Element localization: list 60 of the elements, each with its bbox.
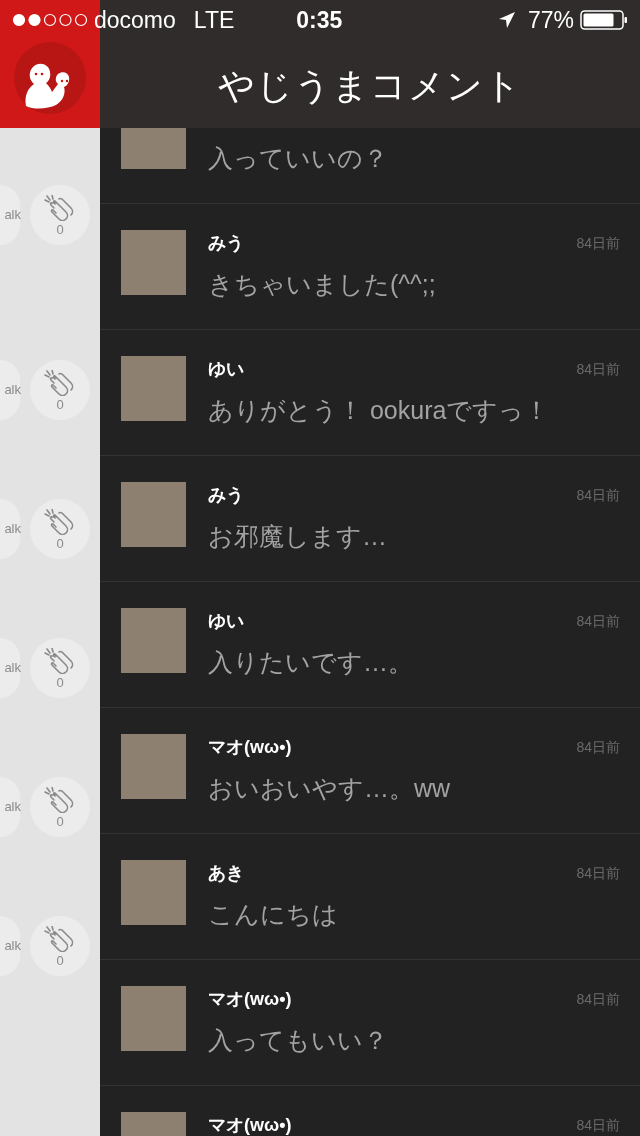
comment-time: 84日前 bbox=[576, 989, 620, 1009]
comment-time: 84日前 bbox=[576, 1115, 620, 1135]
clap-button[interactable]: 0 bbox=[30, 360, 90, 420]
avatar-photo-placeholder bbox=[121, 734, 186, 799]
avatar-photo-placeholder bbox=[121, 482, 186, 547]
comment-row[interactable]: あき 84日前 こんにちは bbox=[100, 834, 640, 960]
avatar-photo-placeholder bbox=[121, 986, 186, 1051]
user-name: ゆい bbox=[208, 357, 244, 381]
clap-button[interactable]: 0 bbox=[30, 499, 90, 559]
comment-time: 84日前 bbox=[576, 611, 620, 631]
talk-button[interactable]: alk bbox=[0, 185, 20, 245]
avatar-photo-placeholder bbox=[121, 608, 186, 673]
comment-row[interactable]: 入っていいの？ bbox=[100, 128, 640, 204]
clap-button[interactable]: 0 bbox=[30, 185, 90, 245]
user-name: マオ(wω•) bbox=[208, 735, 292, 759]
comment-row[interactable]: ゆい 84日前 入りたいです…。 bbox=[100, 582, 640, 708]
user-name: ゆい bbox=[208, 609, 244, 633]
clap-button[interactable]: 0 bbox=[30, 638, 90, 698]
talk-button[interactable]: alk bbox=[0, 638, 20, 698]
comment-message: ありがとう！ ookuraですっ！ bbox=[208, 395, 551, 426]
comment-time: 84日前 bbox=[576, 233, 620, 253]
comment-message: 入っていいの？ bbox=[208, 143, 389, 174]
comment-message: きちゃいました(^^;; bbox=[208, 269, 437, 300]
network-type: LTE bbox=[193, 5, 235, 35]
comment-time: 84日前 bbox=[576, 485, 620, 505]
talk-button[interactable]: alk bbox=[0, 916, 20, 976]
comment-row[interactable]: マオ(wω•) 84日前 入ってもいい？ bbox=[100, 960, 640, 1086]
user-name: あき bbox=[208, 861, 244, 885]
comment-row[interactable]: みう 84日前 お邪魔します… bbox=[100, 456, 640, 582]
battery-icon bbox=[580, 10, 628, 30]
comment-time: 84日前 bbox=[576, 359, 620, 379]
comment-row[interactable]: マオ(wω•) 84日前 bbox=[100, 1086, 640, 1136]
comment-row[interactable]: ゆい 84日前 ありがとう！ ookuraですっ！ bbox=[100, 330, 640, 456]
clap-button[interactable]: 0 bbox=[30, 916, 90, 976]
user-name: みう bbox=[208, 483, 244, 507]
status-time: 0:35 bbox=[296, 5, 343, 35]
comment-message: 入ってもいい？ bbox=[208, 1025, 389, 1056]
comment-message: お邪魔します… bbox=[208, 521, 388, 552]
avatar-photo-placeholder bbox=[121, 860, 186, 925]
comment-row[interactable]: マオ(wω•) 84日前 おいおいやす…。ww bbox=[100, 708, 640, 834]
talk-button[interactable]: alk bbox=[0, 499, 20, 559]
user-name: マオ(wω•) bbox=[208, 987, 292, 1011]
header-title: やじうまコメント bbox=[218, 68, 522, 104]
clap-button[interactable]: 0 bbox=[30, 777, 90, 837]
comment-row[interactable]: みう 84日前 きちゃいました(^^;; bbox=[100, 204, 640, 330]
avatar-photo-placeholder bbox=[121, 356, 186, 421]
battery-percent: 77% bbox=[527, 5, 574, 35]
location-arrow-icon bbox=[497, 11, 516, 29]
user-name: みう bbox=[208, 231, 244, 255]
comment-message: おいおいやす…。ww bbox=[208, 773, 452, 804]
avatar-photo-placeholder bbox=[121, 230, 186, 295]
signal-strength-icon bbox=[12, 13, 88, 27]
talk-button[interactable]: alk bbox=[0, 360, 20, 420]
comment-message: 入りたいです…。 bbox=[208, 647, 414, 678]
comment-time: 84日前 bbox=[576, 863, 620, 883]
user-name: マオ(wω•) bbox=[208, 1113, 292, 1136]
comment-time: 84日前 bbox=[576, 737, 620, 757]
talk-button[interactable]: alk bbox=[0, 777, 20, 837]
comment-message: こんにちは bbox=[208, 899, 339, 930]
logo-icon[interactable] bbox=[12, 40, 88, 116]
